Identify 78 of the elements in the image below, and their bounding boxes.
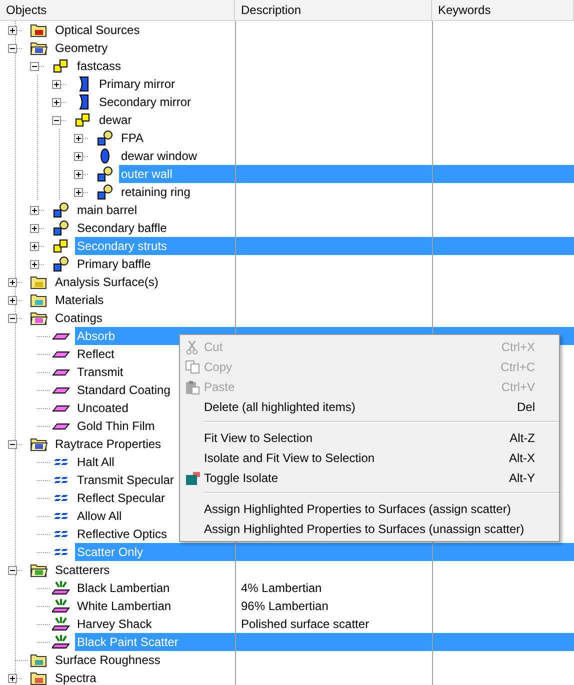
menu-item[interactable]: Fit View to Selection Alt-Z xyxy=(180,428,559,448)
menu-item[interactable]: Delete (all highlighted items) Del xyxy=(180,397,559,417)
expand-icon[interactable] xyxy=(30,224,39,232)
cube-sphere-icon xyxy=(52,202,70,218)
folder-icon xyxy=(30,562,48,578)
scatter-icon xyxy=(52,616,70,632)
cube-sphere-icon xyxy=(52,256,70,272)
tree-item[interactable]: Materials xyxy=(53,291,235,309)
copy-icon xyxy=(184,360,200,374)
menu-item[interactable]: Assign Highlighted Properties to Surfaces (unassign scatter) xyxy=(180,519,559,539)
collapse-icon[interactable] xyxy=(8,44,17,52)
menu-item[interactable]: Isolate and Fit View to Selection Alt-X xyxy=(180,448,559,468)
collapse-icon[interactable] xyxy=(52,116,61,124)
tree-item[interactable]: retaining ring xyxy=(119,183,235,201)
tree-item[interactable]: Secondary baffle xyxy=(75,219,235,237)
expand-icon[interactable] xyxy=(8,278,17,286)
cube-sphere-icon xyxy=(96,166,114,182)
tree-item[interactable]: Scatterers xyxy=(53,561,235,579)
expand-icon[interactable] xyxy=(74,134,83,142)
folder-icon xyxy=(30,40,48,56)
expand-icon[interactable] xyxy=(52,98,61,106)
cube-sphere-icon xyxy=(96,184,114,200)
folder-icon xyxy=(30,22,48,38)
expand-icon[interactable] xyxy=(52,80,61,88)
tree-item[interactable]: main barrel xyxy=(75,201,235,219)
table-cell: 96% Lambertian xyxy=(235,597,432,615)
folder-icon xyxy=(30,292,48,308)
expand-icon[interactable] xyxy=(30,206,39,214)
scatter-icon xyxy=(52,580,70,596)
column-header[interactable]: Description xyxy=(235,0,432,20)
expand-icon[interactable] xyxy=(8,674,17,682)
tree-item[interactable]: fastcass xyxy=(75,57,235,75)
tree-item[interactable]: Coatings xyxy=(53,309,235,327)
menu-item[interactable]: Toggle Isolate Alt-Y xyxy=(180,468,559,488)
tree-item[interactable]: dewar xyxy=(97,111,235,129)
cubes-icon xyxy=(52,238,70,254)
cubes-icon xyxy=(52,58,70,74)
collapse-icon[interactable] xyxy=(8,566,17,574)
expand-icon[interactable] xyxy=(30,260,39,268)
expand-icon[interactable] xyxy=(8,296,17,304)
tree-item[interactable]: Spectra xyxy=(53,669,235,685)
cube-sphere-icon xyxy=(52,220,70,236)
scissors-icon xyxy=(186,340,198,354)
expand-icon[interactable] xyxy=(74,170,83,178)
expand-icon[interactable] xyxy=(8,26,17,34)
column-header[interactable]: Keywords xyxy=(432,0,574,20)
cube-sphere-icon xyxy=(96,130,114,146)
tree-item[interactable]: Surface Roughness xyxy=(53,651,235,669)
folder-icon xyxy=(30,652,48,668)
tree-item[interactable]: Primary mirror xyxy=(97,75,235,93)
collapse-icon[interactable] xyxy=(8,314,17,322)
clipboard-icon xyxy=(184,380,200,394)
tree-item[interactable]: Black Lambertian xyxy=(75,579,235,597)
tree-item[interactable]: Harvey Shack xyxy=(75,615,235,633)
tree-item[interactable]: FPA xyxy=(119,129,235,147)
scatter-icon xyxy=(52,598,70,614)
tree-item[interactable]: dewar window xyxy=(119,147,235,165)
column-header[interactable]: Objects xyxy=(0,0,235,20)
tree-item[interactable]: Secondary mirror xyxy=(97,93,235,111)
scatter-icon xyxy=(52,634,70,650)
folder-icon xyxy=(30,310,48,326)
table-cell: 4% Lambertian xyxy=(235,579,432,597)
expand-icon[interactable] xyxy=(74,188,83,196)
folder-icon xyxy=(30,274,48,290)
folder-icon xyxy=(30,436,48,452)
tree-item[interactable]: White Lambertian xyxy=(75,597,235,615)
cubes-icon xyxy=(74,112,92,128)
collapse-icon[interactable] xyxy=(8,440,17,448)
tree-item[interactable]: Optical Sources xyxy=(53,21,235,39)
expand-icon[interactable] xyxy=(30,242,39,250)
folder-icon xyxy=(30,670,48,685)
tree-item[interactable]: Primary baffle xyxy=(75,255,235,273)
tree-item[interactable]: Geometry xyxy=(53,39,235,57)
menu-item[interactable]: Assign Highlighted Properties to Surfaces (assign scatter) xyxy=(180,499,559,519)
expand-icon[interactable] xyxy=(74,152,83,160)
collapse-icon[interactable] xyxy=(30,62,39,70)
isolate-icon xyxy=(184,470,200,486)
tree-item[interactable]: Analysis Surface(s) xyxy=(53,273,235,291)
